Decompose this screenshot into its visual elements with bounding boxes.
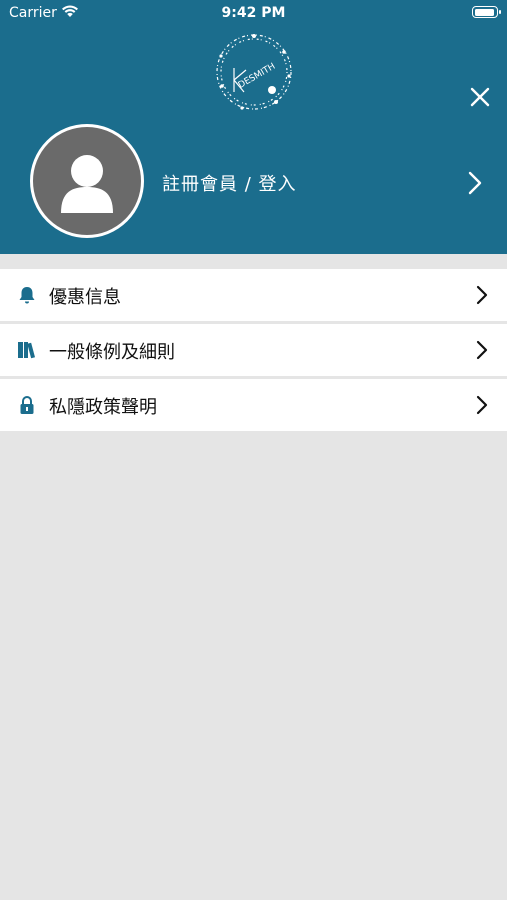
chevron-right-icon — [464, 170, 486, 200]
menu-item-promotions[interactable]: 優惠信息 — [0, 269, 507, 321]
avatar[interactable] — [30, 124, 144, 238]
menu-item-label: 私隱政策聲明 — [49, 397, 157, 418]
battery-icon — [472, 6, 501, 18]
login-register-link[interactable]: 註冊會員 / 登入 — [150, 160, 490, 204]
books-icon — [17, 340, 37, 360]
bell-icon — [17, 285, 37, 305]
status-bar: Carrier 9:42 PM — [0, 0, 507, 28]
lock-icon — [17, 395, 37, 415]
drawer-menu: 優惠信息 一般條例及細則 私隱政策聲明 — [0, 269, 507, 434]
close-icon — [470, 87, 490, 107]
user-icon — [61, 155, 113, 213]
login-register-label: 註冊會員 / 登入 — [162, 174, 297, 195]
drawer-header: Carrier 9:42 PM DESMITH 註冊會員 / 登入 — [0, 0, 507, 254]
chevron-right-icon — [474, 339, 490, 365]
chevron-right-icon — [474, 284, 490, 310]
chevron-right-icon — [474, 394, 490, 420]
close-button[interactable] — [466, 83, 494, 111]
menu-item-terms[interactable]: 一般條例及細則 — [0, 324, 507, 376]
menu-item-privacy[interactable]: 私隱政策聲明 — [0, 379, 507, 431]
clock: 9:42 PM — [221, 5, 286, 21]
brand-logo: DESMITH — [212, 30, 296, 114]
menu-item-label: 優惠信息 — [49, 287, 121, 308]
menu-item-label: 一般條例及細則 — [49, 342, 175, 363]
